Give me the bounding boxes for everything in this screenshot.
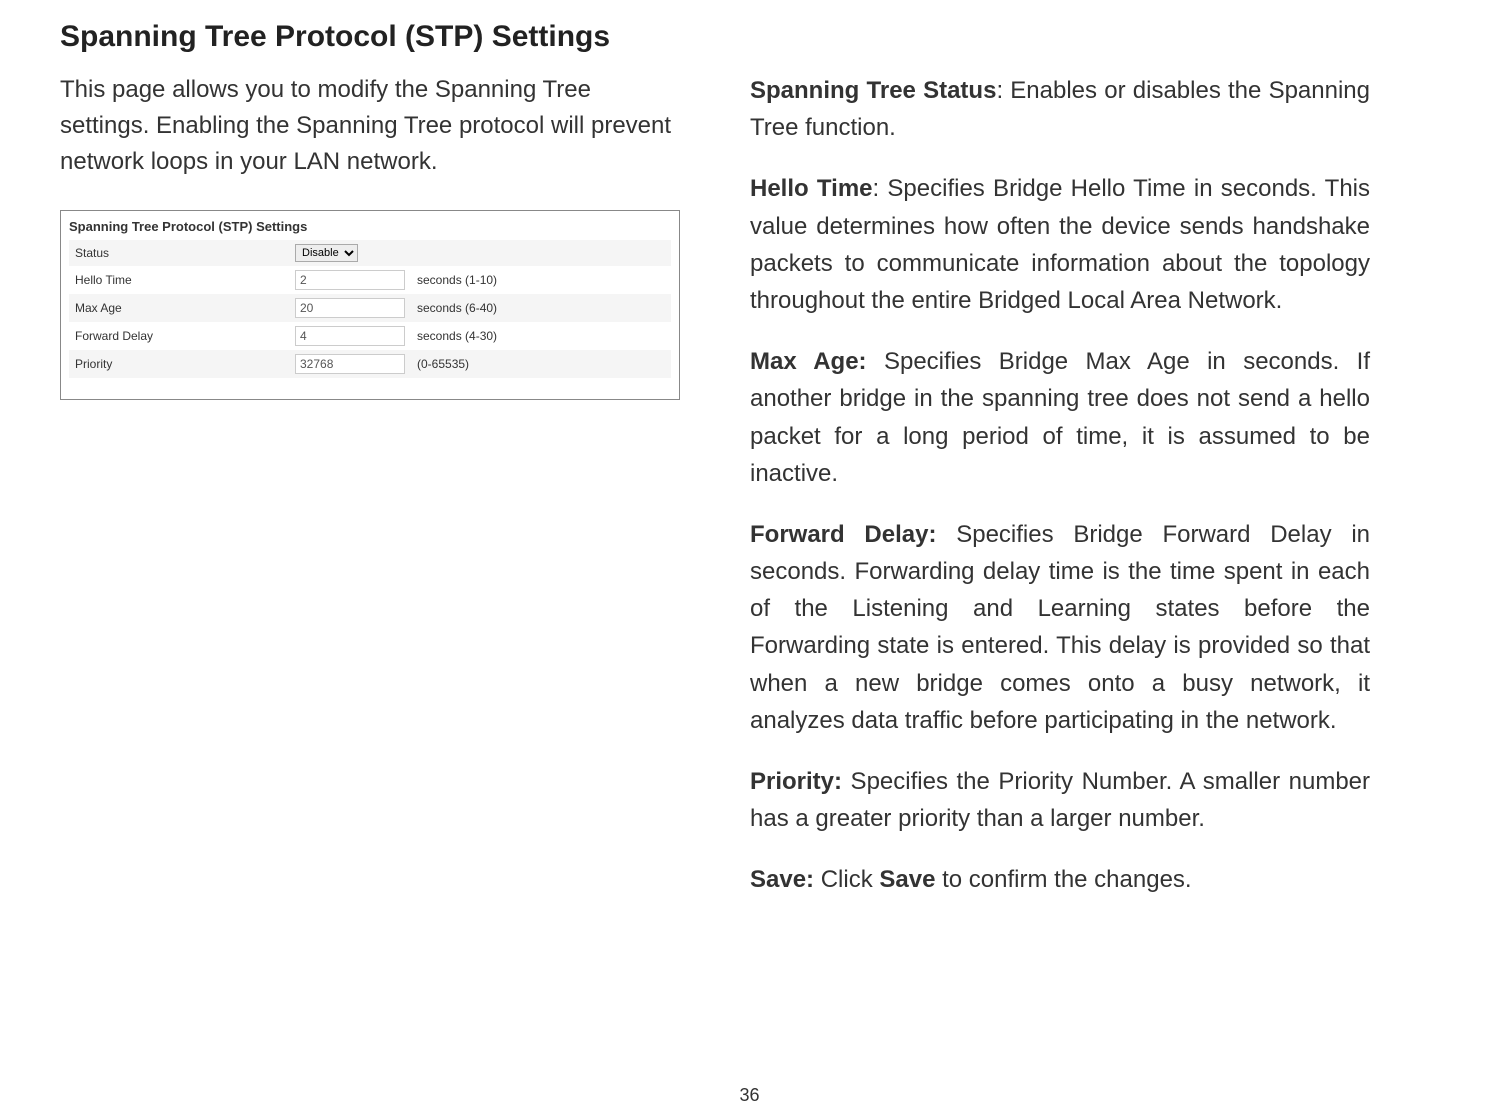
def-priority: Priority: Specifies the Priority Number.… [750, 763, 1370, 837]
def-save-bold: Save [879, 866, 935, 893]
def-save: Save: Click Save to confirm the changes. [750, 861, 1370, 898]
forward-delay-input[interactable] [295, 326, 405, 346]
left-column: This page allows you to modify the Spann… [60, 72, 680, 923]
label-max-age: Max Age [69, 294, 289, 322]
def-maxage-label: Max Age: [750, 348, 867, 375]
def-forward-text: Specifies Bridge Forward Delay in second… [750, 521, 1370, 734]
def-forward: Forward Delay: Specifies Bridge Forward … [750, 516, 1370, 739]
row-priority: Priority (0-65535) [69, 350, 671, 378]
status-select[interactable]: Disable [295, 244, 358, 262]
content-columns: This page allows you to modify the Spann… [60, 72, 1439, 923]
hello-time-input[interactable] [295, 270, 405, 290]
stp-screenshot: Spanning Tree Protocol (STP) Settings St… [60, 210, 680, 400]
page-number: 36 [739, 1085, 759, 1106]
range-hello-time: seconds (1-10) [411, 266, 671, 294]
def-save-mid: Click [814, 866, 879, 893]
priority-input[interactable] [295, 354, 405, 374]
def-save-end: to confirm the changes. [935, 866, 1191, 893]
row-status: Status Disable [69, 240, 671, 266]
screenshot-title: Spanning Tree Protocol (STP) Settings [69, 219, 671, 240]
range-status [411, 240, 671, 266]
row-hello-time: Hello Time seconds (1-10) [69, 266, 671, 294]
def-status: Spanning Tree Status: Enables or disable… [750, 72, 1370, 146]
row-forward-delay: Forward Delay seconds (4-30) [69, 322, 671, 350]
label-forward-delay: Forward Delay [69, 322, 289, 350]
label-status: Status [69, 240, 289, 266]
def-hello-label: Hello Time [750, 175, 873, 202]
label-hello-time: Hello Time [69, 266, 289, 294]
def-maxage: Max Age: Specifies Bridge Max Age in sec… [750, 343, 1370, 492]
def-save-label: Save: [750, 866, 814, 893]
page-title: Spanning Tree Protocol (STP) Settings [60, 20, 1439, 54]
range-priority: (0-65535) [411, 350, 671, 378]
def-priority-label: Priority: [750, 768, 842, 795]
max-age-input[interactable] [295, 298, 405, 318]
row-max-age: Max Age seconds (6-40) [69, 294, 671, 322]
def-status-label: Spanning Tree Status [750, 77, 996, 104]
stp-table: Status Disable Hello Time seconds (1-10) [69, 240, 671, 378]
range-forward-delay: seconds (4-30) [411, 322, 671, 350]
def-priority-text: Specifies the Priority Number. A smaller… [750, 768, 1370, 832]
right-column: Spanning Tree Status: Enables or disable… [750, 72, 1370, 923]
def-hello: Hello Time: Specifies Bridge Hello Time … [750, 170, 1370, 319]
intro-paragraph: This page allows you to modify the Spann… [60, 72, 680, 180]
label-priority: Priority [69, 350, 289, 378]
def-forward-label: Forward Delay: [750, 521, 936, 548]
range-max-age: seconds (6-40) [411, 294, 671, 322]
